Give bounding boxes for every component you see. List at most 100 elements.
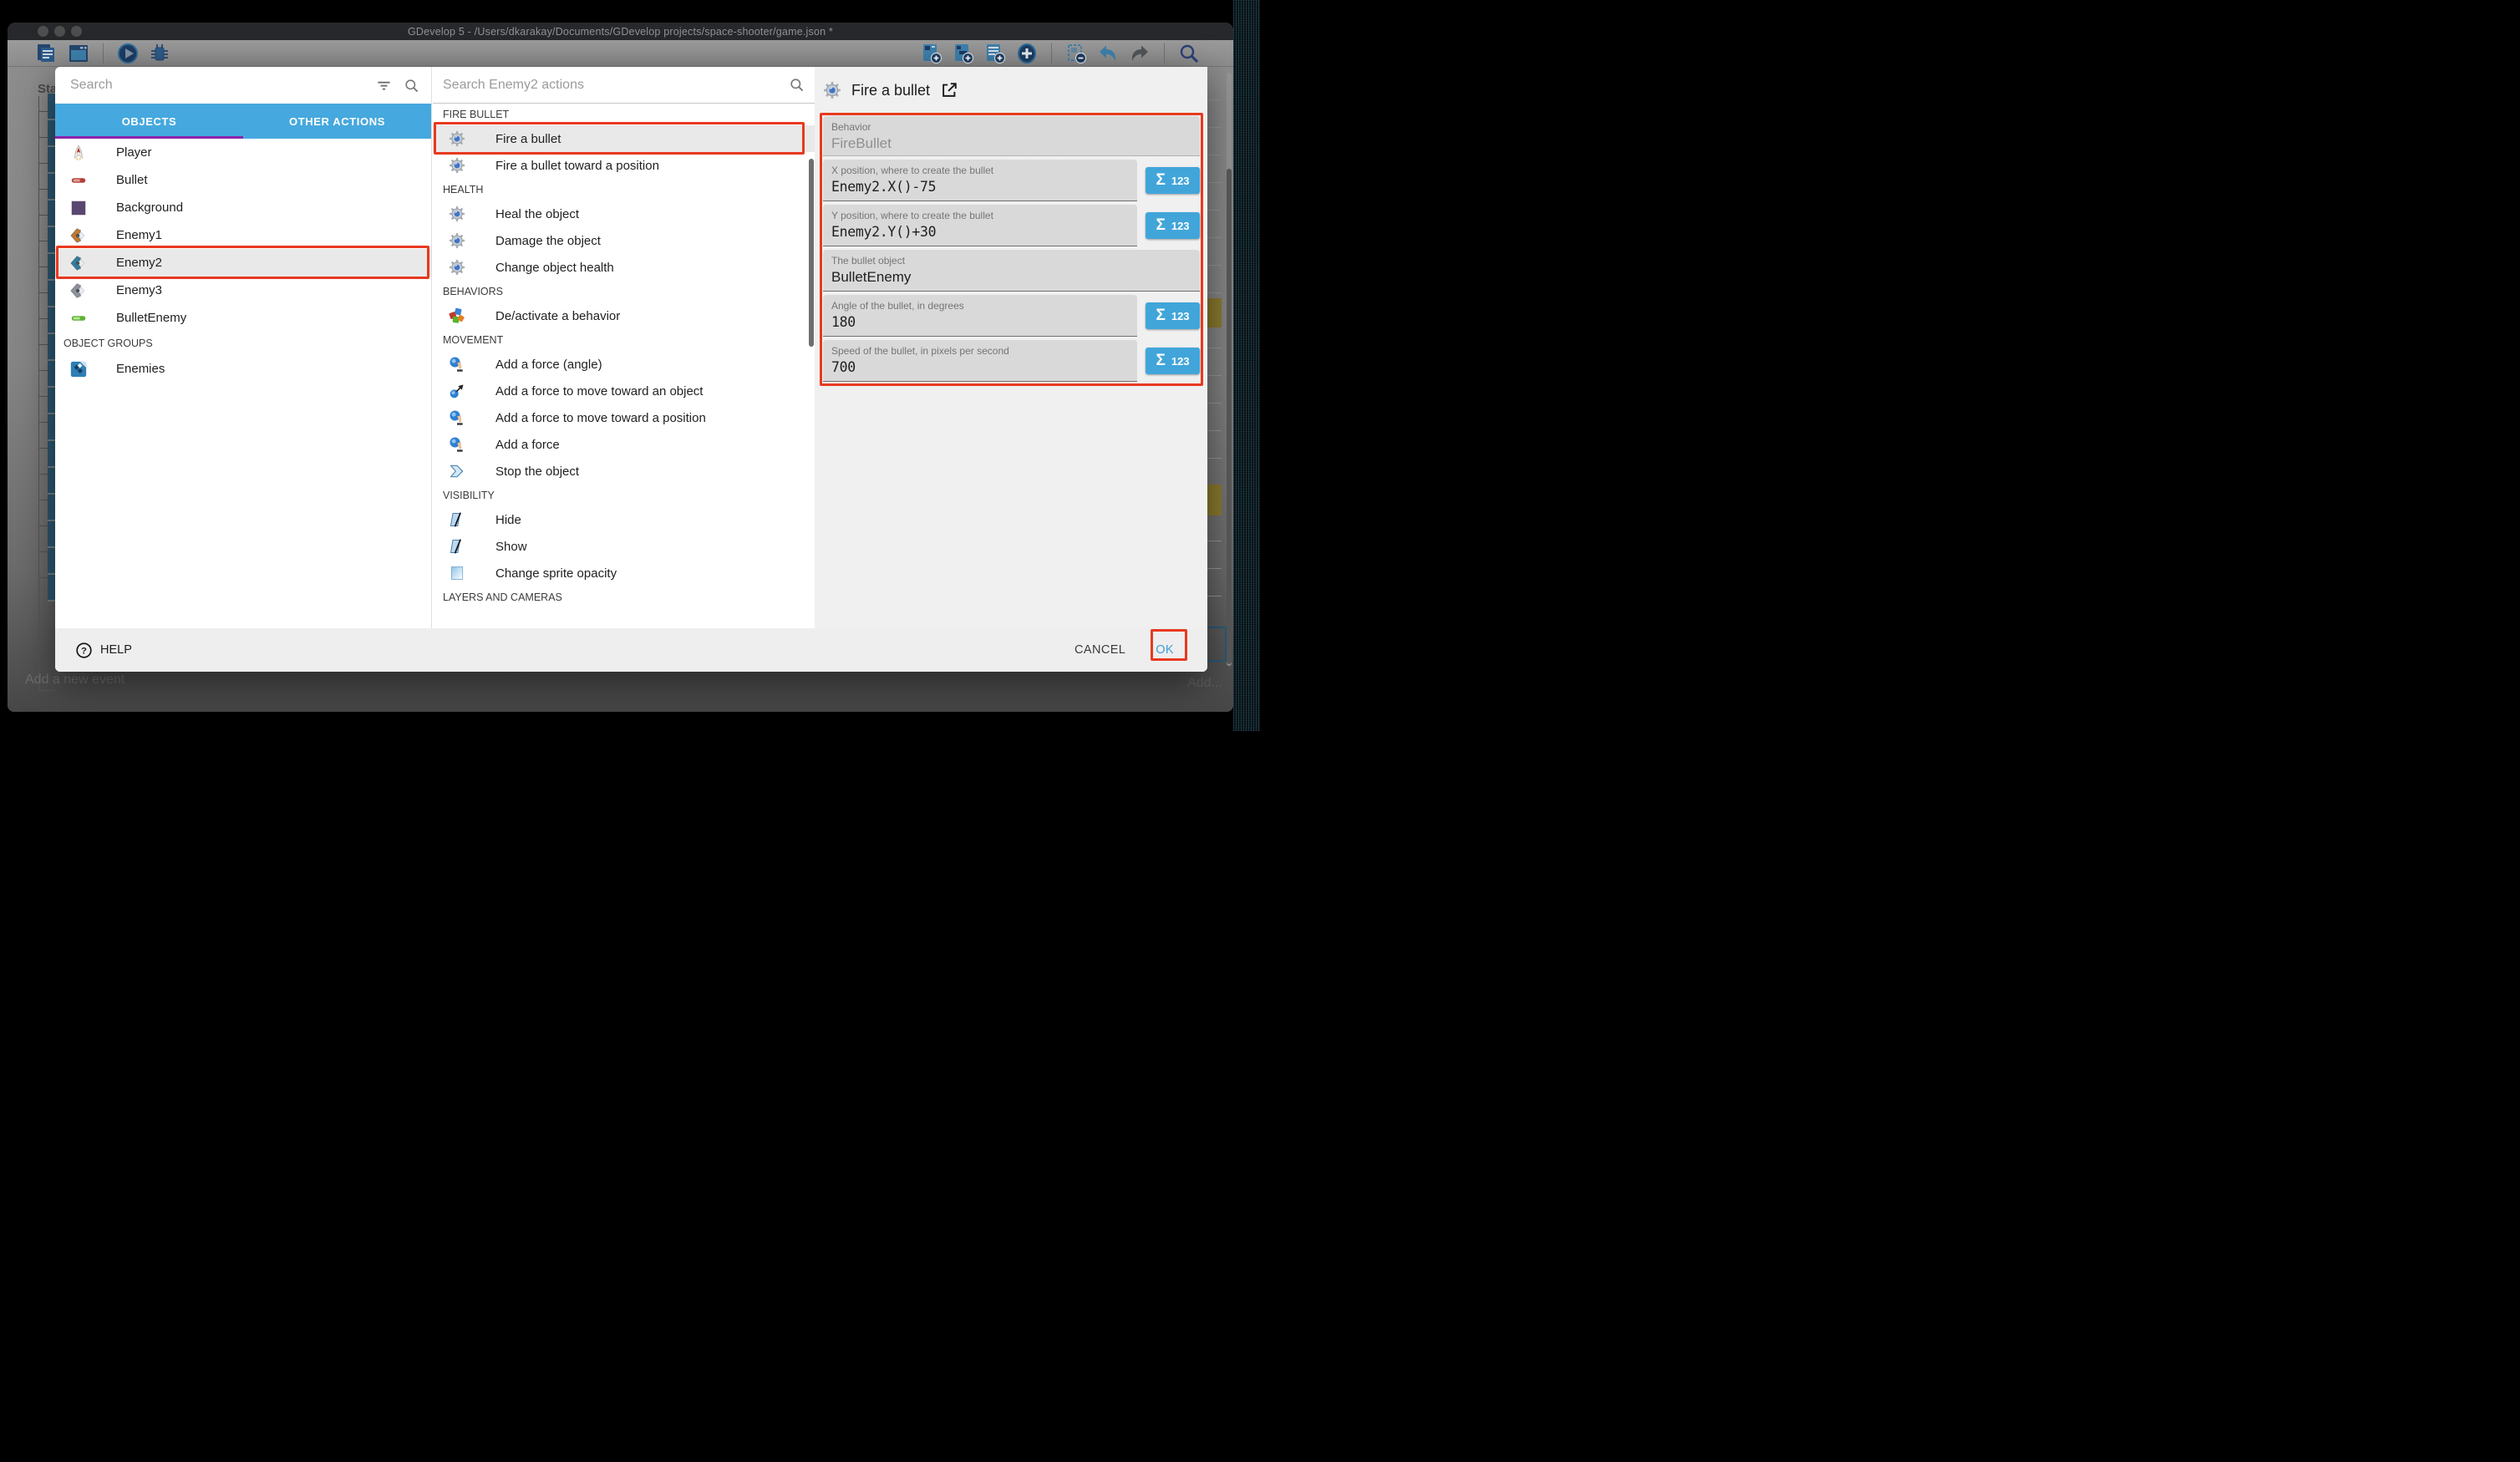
toolbar-divider <box>1051 43 1052 63</box>
add-circle-icon[interactable] <box>1016 43 1038 64</box>
parameter-value[interactable]: BulletEnemy <box>831 269 1191 286</box>
object-row-enemy2[interactable]: Enemy2 <box>55 249 431 277</box>
action-list-scrollbar-thumb[interactable] <box>809 159 814 347</box>
red-bullet-icon <box>69 171 88 190</box>
debug-icon[interactable] <box>149 43 170 64</box>
add-event-icon[interactable] <box>921 43 942 64</box>
events-scrollbar-thumb[interactable] <box>1227 169 1232 664</box>
parameter-value[interactable]: 700 <box>831 359 1129 375</box>
expression-editor-button[interactable]: Σ123 <box>1146 348 1200 374</box>
traffic-lights[interactable] <box>38 26 82 37</box>
search-icon[interactable] <box>789 77 805 93</box>
parameter-field[interactable]: Y position, where to create the bulletEn… <box>823 205 1137 246</box>
event-action-block-yellow <box>1207 298 1222 327</box>
object-row-background[interactable]: Background <box>55 194 431 221</box>
undo-icon[interactable] <box>1097 43 1119 64</box>
parameter-value[interactable]: Enemy2.X()-75 <box>831 179 1129 195</box>
expression-editor-button[interactable]: Σ123 <box>1146 302 1200 329</box>
delete-event-icon[interactable] <box>1065 43 1087 64</box>
minimize-window-button[interactable] <box>54 26 65 37</box>
action-row[interactable]: Change object health <box>433 254 815 281</box>
gear-icon <box>449 157 465 174</box>
close-window-button[interactable] <box>38 26 48 37</box>
event-action-block-yellow <box>1207 485 1222 515</box>
action-row[interactable]: Add a force <box>433 431 815 458</box>
expression-editor-button[interactable]: Σ 123 <box>1146 167 1200 194</box>
parameter-field-row: Angle of the bullet, in degrees 180 Σ123 <box>823 295 1200 337</box>
action-section-header: MOVEMENT <box>433 329 815 351</box>
object-search-input[interactable]: Search <box>70 78 376 93</box>
enemy3-ship-icon <box>69 282 88 300</box>
parameter-field[interactable]: Speed of the bullet, in pixels per secon… <box>823 340 1137 382</box>
sigma-icon: Σ <box>1156 171 1165 190</box>
add-comment-icon[interactable] <box>984 43 1006 64</box>
parameter-label: Speed of the bullet, in pixels per secon… <box>831 345 1129 357</box>
action-row[interactable]: Hide <box>433 506 815 533</box>
parameter-field[interactable]: BehaviorFireBullet <box>823 116 1200 156</box>
action-label: Damage the object <box>495 234 601 248</box>
action-search-bar[interactable]: Search Enemy2 actions <box>433 67 815 104</box>
action-label: Change object health <box>495 261 614 275</box>
open-in-new-icon[interactable] <box>940 81 958 99</box>
action-row[interactable]: Show <box>433 533 815 560</box>
search-icon[interactable] <box>404 78 419 94</box>
action-row[interactable]: Damage the object <box>433 227 815 254</box>
tab-other-actions[interactable]: OTHER ACTIONS <box>243 104 431 139</box>
enemy1-ship-icon <box>69 226 88 245</box>
object-row-enemy1[interactable]: Enemy1 <box>55 221 431 249</box>
parameter-value[interactable]: 180 <box>831 314 1129 330</box>
sigma-icon: Σ <box>1156 307 1165 325</box>
123-label: 123 <box>1171 355 1190 368</box>
object-label: BulletEnemy <box>116 311 186 325</box>
play-icon[interactable] <box>117 43 139 64</box>
parameter-field[interactable]: Angle of the bullet, in degrees 180 <box>823 295 1137 337</box>
object-search-bar[interactable]: Search <box>55 67 431 104</box>
background-outlined-button <box>1205 627 1227 662</box>
toolbar-divider <box>103 43 104 63</box>
action-section-header: LAYERS AND CAMERAS <box>433 586 815 608</box>
object-row-enemy3[interactable]: Enemy3 <box>55 277 431 304</box>
zoom-window-button[interactable] <box>71 26 82 37</box>
object-row-bulletenemy[interactable]: BulletEnemy <box>55 304 431 332</box>
parameter-field-row: Speed of the bullet, in pixels per secon… <box>823 340 1200 382</box>
parameter-value[interactable]: FireBullet <box>831 135 1191 152</box>
action-row[interactable]: Add a force (angle) <box>433 351 815 378</box>
action-row[interactable]: Heal the object <box>433 201 815 227</box>
ok-button[interactable]: OK <box>1156 643 1174 657</box>
force-toward-object-icon <box>449 383 465 399</box>
filter-icon[interactable] <box>376 78 392 94</box>
redo-icon[interactable] <box>1129 43 1151 64</box>
action-row[interactable]: Stop the object <box>433 458 815 485</box>
tab-objects[interactable]: OBJECTS <box>55 104 243 139</box>
group-row-enemies[interactable]: Enemies <box>55 355 431 383</box>
parameter-label: Angle of the bullet, in degrees <box>831 300 1129 312</box>
action-row[interactable]: De/activate a behavior <box>433 302 815 329</box>
object-row-player[interactable]: Player <box>55 139 431 166</box>
action-row[interactable]: Fire a bullet <box>433 125 815 152</box>
object-label: Enemy1 <box>116 228 162 242</box>
search-icon[interactable] <box>1178 43 1200 64</box>
action-row[interactable]: Add a force to move toward a position <box>433 404 815 431</box>
parameter-field[interactable]: The bullet objectBulletEnemy <box>823 250 1200 292</box>
123-label: 123 <box>1171 175 1190 187</box>
object-panel-tabs: OBJECTS OTHER ACTIONS <box>55 104 431 139</box>
action-label: Add a force (angle) <box>495 358 602 372</box>
action-label: Heal the object <box>495 207 579 221</box>
action-row[interactable]: Fire a bullet toward a position <box>433 152 815 179</box>
force-icon <box>449 356 465 373</box>
action-row[interactable]: Add a force to move toward an object <box>433 378 815 404</box>
parameter-field[interactable]: X position, where to create the bulletEn… <box>823 160 1137 201</box>
add-subevent-icon[interactable] <box>953 43 974 64</box>
object-groups-header: OBJECT GROUPS <box>55 332 431 355</box>
cancel-button[interactable]: CANCEL <box>1075 643 1125 657</box>
action-row[interactable]: Change sprite opacity <box>433 560 815 586</box>
action-search-input[interactable]: Search Enemy2 actions <box>443 78 789 93</box>
expression-editor-button[interactable]: Σ123 <box>1146 212 1200 239</box>
scene-editor-icon[interactable] <box>68 43 89 64</box>
green-bullet-icon <box>69 309 88 327</box>
stop-icon <box>449 463 465 480</box>
parameter-value[interactable]: Enemy2.Y()+30 <box>831 224 1129 240</box>
object-row-bullet[interactable]: Bullet <box>55 166 431 194</box>
events-sheet-icon[interactable] <box>36 43 58 64</box>
help-button[interactable]: ? HELP <box>75 642 132 659</box>
